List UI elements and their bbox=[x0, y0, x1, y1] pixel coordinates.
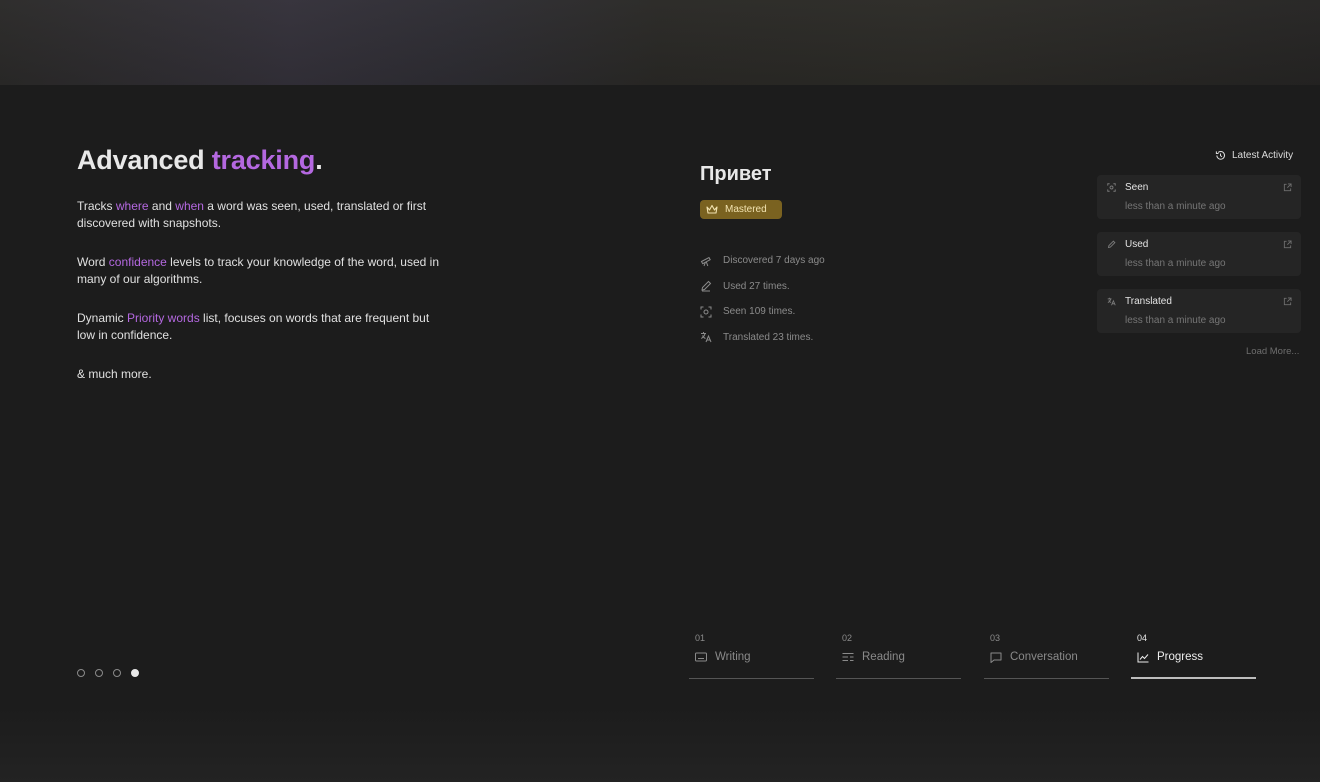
stat-seen: Seen 109 times. bbox=[700, 304, 825, 319]
stat-text: Discovered 7 days ago bbox=[723, 255, 825, 266]
activity-title: Used bbox=[1125, 239, 1149, 250]
mastery-badge: Mastered bbox=[700, 200, 782, 219]
external-link-icon[interactable] bbox=[1283, 297, 1292, 306]
para-highlight: when bbox=[175, 199, 204, 213]
tab-number: 03 bbox=[990, 633, 1001, 643]
tab-label: Writing bbox=[715, 651, 751, 663]
headline-text: Advanced bbox=[77, 145, 212, 175]
para-text: & much more. bbox=[77, 367, 152, 381]
feature-description: Advanced tracking. Tracks where and when… bbox=[77, 145, 447, 405]
activity-title: Seen bbox=[1125, 182, 1149, 193]
headline-accent: tracking bbox=[211, 145, 316, 175]
activity-item-used[interactable]: Used less than a minute ago bbox=[1097, 232, 1301, 276]
para-text: Dynamic bbox=[77, 311, 128, 325]
tab-number: 02 bbox=[842, 633, 853, 643]
tab-row: Writing bbox=[695, 651, 751, 663]
pencil-icon bbox=[1107, 240, 1116, 249]
tab-underline bbox=[984, 678, 1109, 679]
para-text: Tracks bbox=[77, 199, 116, 213]
tab-reading[interactable]: 02 Reading bbox=[836, 633, 961, 679]
tab-underline bbox=[836, 678, 961, 679]
para-highlight: Priority words bbox=[127, 311, 200, 325]
activity-time: less than a minute ago bbox=[1125, 315, 1226, 326]
feature-paragraph-tracking: Tracks where and when a word was seen, u… bbox=[77, 198, 447, 232]
feature-paragraph-confidence: Word confidence levels to track your kno… bbox=[77, 254, 447, 288]
pencil-icon bbox=[700, 280, 712, 292]
hero-backdrop-top bbox=[0, 0, 1320, 85]
tab-label: Reading bbox=[862, 651, 905, 663]
feature-paragraph-more: & much more. bbox=[77, 366, 447, 383]
tab-row: Reading bbox=[842, 651, 905, 663]
activity-title-row: Seen bbox=[1107, 182, 1148, 193]
tab-conversation[interactable]: 03 Conversation bbox=[984, 633, 1109, 679]
tab-progress[interactable]: 04 Progress bbox=[1131, 633, 1256, 679]
carousel-dots bbox=[77, 669, 139, 677]
word-stats: Discovered 7 days ago Used 27 times. See… bbox=[700, 253, 825, 355]
stat-text: Used 27 times. bbox=[723, 280, 790, 292]
activity-time: less than a minute ago bbox=[1125, 258, 1226, 269]
feature-headline: Advanced tracking. bbox=[77, 145, 447, 176]
hero-backdrop-bottom bbox=[0, 705, 1320, 782]
activity-item-translated[interactable]: Translated less than a minute ago bbox=[1097, 289, 1301, 333]
para-highlight: confidence bbox=[108, 255, 167, 269]
tab-number: 01 bbox=[695, 633, 706, 643]
para-text: and bbox=[148, 199, 176, 213]
stat-used: Used 27 times. bbox=[700, 279, 825, 294]
carousel-dot-1[interactable] bbox=[77, 669, 85, 677]
carousel-dot-3[interactable] bbox=[113, 669, 121, 677]
external-link-icon[interactable] bbox=[1283, 183, 1292, 192]
activity-title-row: Used bbox=[1107, 239, 1148, 250]
latest-activity-header: Latest Activity bbox=[1215, 150, 1293, 161]
activity-title-row: Translated bbox=[1107, 296, 1172, 307]
word-title: Привет bbox=[700, 163, 772, 185]
keyboard-icon bbox=[695, 652, 707, 662]
feature-paragraph-priority: Dynamic Priority words list, focuses on … bbox=[77, 310, 447, 344]
stat-text: Seen 109 times. bbox=[723, 306, 796, 317]
load-more-link[interactable]: Load More... bbox=[1246, 346, 1299, 357]
text-lines-icon bbox=[842, 652, 854, 662]
stat-translated: Translated 23 times. bbox=[700, 330, 825, 345]
tab-label: Conversation bbox=[1010, 651, 1078, 663]
chat-icon bbox=[990, 652, 1002, 663]
tab-underline bbox=[1131, 677, 1256, 679]
mastery-badge-label: Mastered bbox=[725, 204, 767, 215]
activity-time: less than a minute ago bbox=[1125, 201, 1226, 212]
chart-icon bbox=[1137, 652, 1149, 663]
activity-title: Translated bbox=[1125, 296, 1172, 307]
tab-writing[interactable]: 01 Writing bbox=[689, 633, 814, 679]
carousel-dot-4[interactable] bbox=[131, 669, 139, 677]
tab-label: Progress bbox=[1157, 651, 1204, 663]
para-highlight: where bbox=[115, 199, 149, 213]
crown-icon bbox=[706, 204, 718, 215]
headline-period: . bbox=[315, 145, 323, 175]
tab-row: Progress bbox=[1137, 651, 1203, 663]
stat-text: Translated 23 times. bbox=[723, 331, 814, 343]
external-link-icon[interactable] bbox=[1283, 240, 1292, 249]
eye-focus-icon bbox=[1107, 183, 1116, 192]
eye-focus-icon bbox=[700, 306, 712, 318]
tab-row: Conversation bbox=[990, 651, 1078, 663]
carousel-dot-2[interactable] bbox=[95, 669, 103, 677]
stat-discovered: Discovered 7 days ago bbox=[700, 253, 825, 268]
latest-activity-title: Latest Activity bbox=[1232, 150, 1294, 161]
translate-icon bbox=[1107, 297, 1116, 306]
tab-underline bbox=[689, 678, 814, 679]
activity-item-seen[interactable]: Seen less than a minute ago bbox=[1097, 175, 1301, 219]
tab-number: 04 bbox=[1137, 633, 1148, 643]
history-icon bbox=[1215, 150, 1226, 161]
para-text: Word bbox=[77, 255, 109, 269]
telescope-icon bbox=[700, 255, 712, 267]
translate-icon bbox=[700, 331, 712, 343]
